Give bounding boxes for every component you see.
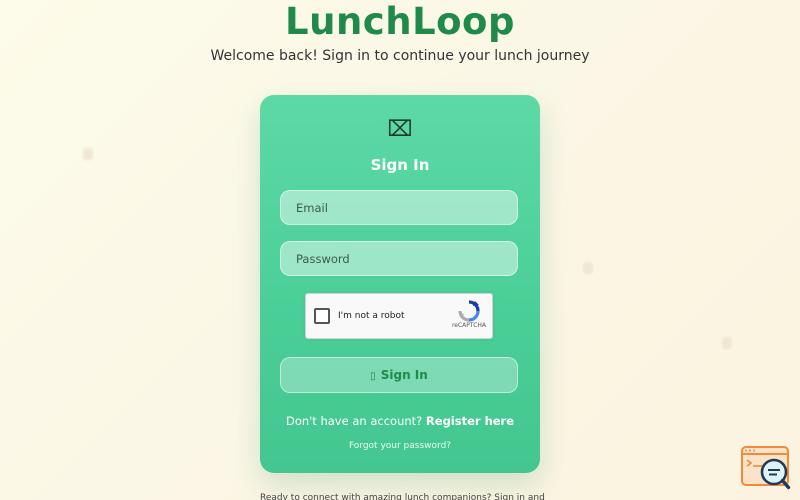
- signin-card: ⌧ Sign In I'm not a robot reCAPTCHA ▯ Sig…: [260, 95, 540, 473]
- register-prompt-line: Don't have an account? Register here: [260, 413, 540, 429]
- recaptcha-label: I'm not a robot: [338, 311, 405, 321]
- background-speck: [722, 337, 732, 349]
- recaptcha-logo-icon: [458, 300, 480, 322]
- login-icon: ▯: [370, 371, 376, 382]
- search-chat-widget-icon[interactable]: [740, 445, 792, 491]
- footer-text: Ready to connect with amazing lunch comp…: [260, 493, 545, 500]
- background-speck: [583, 262, 593, 274]
- recaptcha-checkbox[interactable]: [314, 308, 330, 324]
- background-speck: [83, 148, 93, 160]
- brand-logo: LunchLoop: [285, 0, 515, 43]
- register-prompt: Don't have an account?: [285, 414, 423, 428]
- signin-button-label: Sign In: [380, 368, 428, 382]
- forgot-password-link[interactable]: Forgot your password?: [260, 440, 540, 452]
- page-subtitle: Welcome back! Sign in to continue your l…: [210, 48, 590, 64]
- lunch-icon: ⌧: [387, 117, 413, 142]
- signin-button[interactable]: ▯ Sign In: [280, 357, 518, 393]
- password-field[interactable]: [280, 241, 518, 276]
- card-title: Sign In: [370, 156, 430, 174]
- email-field[interactable]: [280, 190, 518, 225]
- recaptcha-brand: reCAPTCHA: [451, 322, 486, 329]
- recaptcha-widget: I'm not a robot reCAPTCHA: [305, 293, 493, 339]
- register-link[interactable]: Register here: [426, 414, 514, 428]
